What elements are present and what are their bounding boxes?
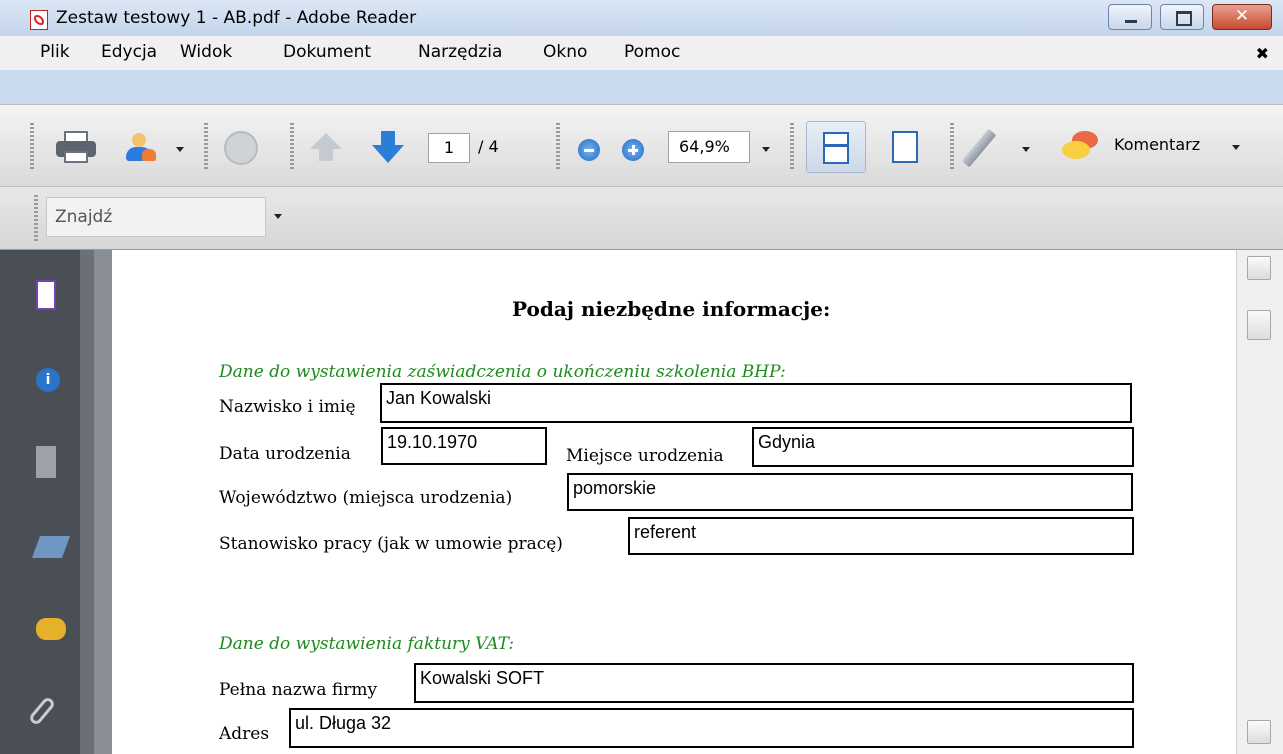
company-field[interactable]: Kowalski SOFT [414,663,1134,703]
print-icon[interactable] [56,131,96,163]
find-dropdown-icon[interactable] [274,214,282,219]
menu-pomoc[interactable]: Pomoc [624,42,680,62]
birthdate-field[interactable]: 19.10.1970 [381,427,547,465]
zoom-in-icon[interactable] [622,139,644,161]
comment-button[interactable]: Komentarz [1114,135,1200,154]
scroll-thumb[interactable] [1247,310,1271,340]
zoom-level-input[interactable]: 64,9% [668,131,750,163]
fit-width-button[interactable] [806,121,866,173]
section-heading-bhp: Dane do wystawienia zaświadczenia o ukoń… [219,362,786,382]
share-icon[interactable] [124,133,156,161]
globe-icon [224,131,258,165]
birthplace-label: Miejsce urodzenia [566,446,724,466]
window-title: Zestaw testowy 1 - AB.pdf - Adobe Reader [56,8,417,28]
birthplace-field[interactable]: Gdynia [752,427,1134,467]
page-title: Podaj niezbędne informacje: [512,297,831,321]
minimize-button[interactable] [1108,4,1152,30]
page-total: / 4 [478,137,499,156]
position-label: Stanowisko pracy (jak w umowie pracę) [219,534,563,554]
close-window-button[interactable]: ✕ [1212,4,1272,30]
menu-narzedzia[interactable]: Narzędzia [418,42,502,62]
toolbar-grip [790,123,794,169]
menu-okno[interactable]: Okno [543,42,587,62]
pages-icon[interactable] [36,280,56,310]
section-heading-vat: Dane do wystawienia faktury VAT: [219,634,515,654]
pen-dropdown-icon[interactable] [1022,147,1030,152]
navigation-sidebar: i [0,250,94,754]
birthdate-label: Data urodzenia [219,444,351,464]
zoom-dropdown-icon[interactable] [762,147,770,152]
signature-icon[interactable] [31,536,71,558]
comment-icon[interactable] [1062,131,1098,161]
toolbar-grip [34,195,38,241]
attachment-icon[interactable] [27,695,57,727]
find-input[interactable]: Znajdź [46,197,266,237]
menu-edycja[interactable]: Edycja [101,42,157,62]
scroll-down-button[interactable] [1247,720,1271,744]
voivodeship-label: Województwo (miejsca urodzenia) [219,488,513,508]
next-page-icon-stem [381,131,395,145]
vertical-scrollbar[interactable] [1236,250,1283,754]
pen-icon[interactable] [961,128,997,168]
fit-page-icon[interactable] [892,131,918,163]
toolbar-grip[interactable] [30,123,34,169]
toolbar-grip [556,123,560,169]
next-page-icon[interactable] [372,145,404,163]
maximize-button[interactable] [1160,4,1204,30]
prev-page-icon-stem [319,149,333,161]
name-field[interactable]: Jan Kowalski [380,383,1132,423]
menu-plik[interactable]: Plik [40,42,70,62]
pdf-file-icon [30,10,48,30]
prev-page-icon[interactable] [310,133,342,149]
share-dropdown-icon[interactable] [176,147,184,152]
position-field[interactable]: referent [628,517,1134,555]
layers-icon[interactable] [36,446,56,478]
comment-dropdown-icon[interactable] [1232,145,1240,150]
find-toolbar: Znajdź [0,186,1283,250]
toolbar-grip [290,123,294,169]
adobe-reader-window: Zestaw testowy 1 - AB.pdf - Adobe Reader… [0,0,1283,754]
title-bar: Zestaw testowy 1 - AB.pdf - Adobe Reader… [0,0,1283,36]
zoom-out-icon[interactable] [578,139,600,161]
address-field[interactable]: ul. Długa 32 [289,708,1134,748]
comments-icon[interactable] [36,618,66,640]
address-label: Adres [219,724,270,744]
menu-dokument[interactable]: Dokument [283,42,371,62]
scroll-up-button[interactable] [1247,256,1271,280]
main-toolbar: 1 / 4 64,9% Komentarz [0,104,1283,186]
page-number-input[interactable]: 1 [428,133,470,163]
toolbar-grip [950,123,954,169]
voivodeship-field[interactable]: pomorskie [567,473,1133,511]
name-label: Nazwisko i imię [219,397,356,417]
close-document-icon[interactable]: ✖ [1256,44,1269,63]
fit-width-icon [823,132,849,164]
toolbar-grip [204,123,208,169]
company-label: Pełna nazwa firmy [219,680,378,700]
info-icon[interactable]: i [36,368,60,392]
menu-widok[interactable]: Widok [180,42,232,62]
